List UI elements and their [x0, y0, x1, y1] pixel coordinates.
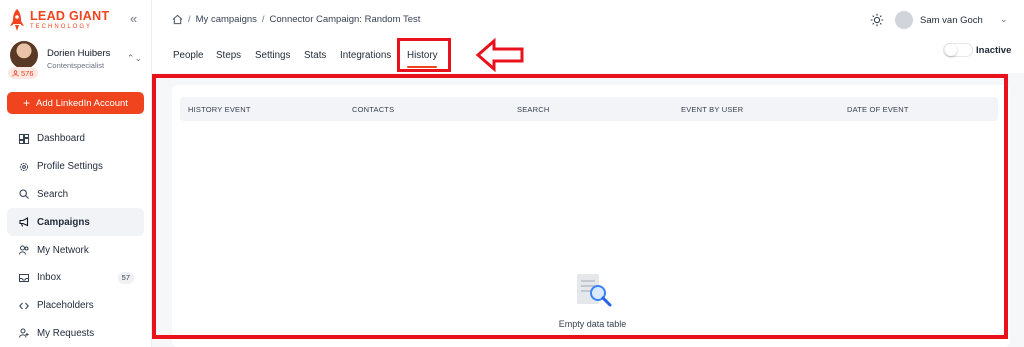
sidebar-item-my-network[interactable]: My Network: [7, 236, 144, 264]
user-avatar[interactable]: [895, 11, 913, 29]
sidebar: LEAD GIANT TECHNOLOGY « 576 Dorien Huibe…: [0, 0, 152, 347]
toggle-knob: [945, 44, 957, 56]
sidebar-item-label: Placeholders: [37, 300, 94, 312]
tab-people[interactable]: People: [173, 50, 204, 61]
sidebar-item-label: Campaigns: [37, 216, 90, 228]
collapse-sidebar-icon[interactable]: «: [130, 11, 137, 26]
sun-icon[interactable]: [870, 13, 884, 27]
sidebar-item-dashboard[interactable]: Dashboard: [7, 125, 144, 153]
sidebar-item-placeholders[interactable]: Placeholders: [7, 292, 144, 320]
plus-icon: +: [23, 96, 31, 110]
add-linkedin-account-label: Add LinkedIn Account: [36, 97, 128, 109]
account-role: Contentspecialist: [47, 61, 105, 70]
sidebar-item-campaigns[interactable]: Campaigns: [7, 208, 144, 237]
sidebar-item-label: Dashboard: [37, 133, 85, 145]
breadcrumb-current: Connector Campaign: Random Test: [269, 14, 421, 25]
sidebar-item-profile-settings[interactable]: Profile Settings: [7, 153, 144, 181]
tab-stats[interactable]: Stats: [304, 50, 326, 61]
content-highlight: [152, 74, 1008, 339]
campaign-status-label: Inactive: [976, 45, 1012, 56]
brand-logo[interactable]: LEAD GIANT TECHNOLOGY: [10, 9, 109, 31]
credits-badge: 576: [8, 67, 38, 79]
brand-tagline: TECHNOLOGY: [30, 24, 93, 31]
arrow-left-annotation-icon: [475, 37, 524, 73]
sidebar-item-label: My Requests: [37, 327, 95, 339]
history-tab-highlight: [397, 38, 451, 72]
sidebar-item-label: My Network: [37, 244, 89, 256]
code-icon: [19, 301, 29, 311]
home-icon[interactable]: [172, 14, 183, 25]
account-name: Dorien Huibers: [47, 48, 111, 59]
avatar: [10, 41, 38, 69]
account-switcher[interactable]: 576 Dorien Huibers Contentspecialist ⌃⌄: [8, 41, 148, 83]
breadcrumb: / My campaigns / Connector Campaign: Ran…: [172, 14, 420, 25]
sidebar-item-label: Inbox: [37, 272, 61, 284]
tab-steps[interactable]: Steps: [216, 50, 241, 61]
gear-icon: [19, 162, 29, 172]
dashboard-icon: [19, 133, 29, 144]
chevron-up-down-icon[interactable]: ⌃⌄: [127, 53, 142, 64]
credits-count: 576: [21, 68, 34, 78]
tab-settings[interactable]: Settings: [255, 50, 290, 61]
brand-name: LEAD GIANT: [30, 8, 110, 23]
tab-integrations[interactable]: Integrations: [340, 50, 391, 61]
chevron-down-icon[interactable]: ⌄: [1000, 14, 1008, 25]
campaign-tabs: People Steps Settings Stats Integrations…: [152, 40, 1024, 73]
inbox-icon: [19, 273, 29, 283]
inbox-count-badge: 57: [117, 271, 134, 284]
user-icon: [12, 69, 19, 76]
sidebar-nav: Dashboard Profile Settings Search Campai…: [7, 125, 144, 347]
sidebar-item-label: Search: [37, 188, 69, 200]
breadcrumb-separator: /: [188, 14, 191, 25]
megaphone-icon: [19, 217, 29, 227]
breadcrumb-my-campaigns[interactable]: My campaigns: [196, 14, 257, 25]
header-user-name[interactable]: Sam van Goch: [920, 15, 983, 26]
rocket-logo-icon: [10, 9, 24, 31]
breadcrumb-separator: /: [261, 14, 265, 25]
sidebar-item-inbox[interactable]: Inbox 57: [7, 264, 144, 292]
users-icon: [19, 245, 29, 255]
sidebar-item-my-requests[interactable]: My Requests: [7, 320, 144, 347]
sidebar-item-label: Profile Settings: [37, 161, 103, 173]
sidebar-item-search[interactable]: Search: [7, 181, 144, 209]
top-header: / My campaigns / Connector Campaign: Ran…: [152, 0, 1024, 40]
campaign-status-toggle[interactable]: [943, 43, 973, 57]
user-plus-icon: [19, 328, 29, 339]
search-icon: [19, 189, 29, 200]
add-linkedin-account-button[interactable]: + Add LinkedIn Account: [7, 92, 144, 114]
